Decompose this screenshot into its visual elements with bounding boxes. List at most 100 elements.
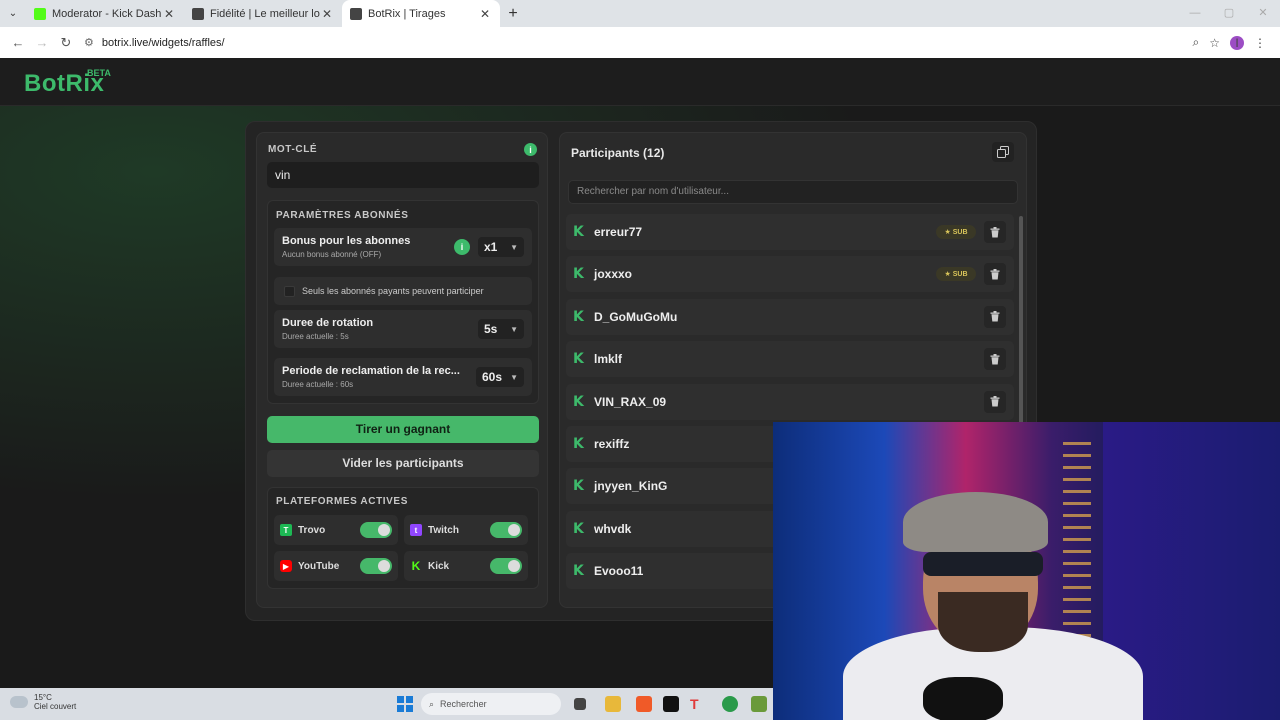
app-icon[interactable]	[751, 696, 767, 712]
maximize-icon[interactable]: ▢	[1212, 0, 1246, 27]
participant-row: Klmklf	[566, 341, 1014, 378]
star-icon: ★	[944, 229, 951, 236]
taskbar-search[interactable]: ⌕ Rechercher	[421, 693, 561, 715]
tab-search-icon[interactable]: ⌄	[0, 0, 26, 27]
brave-icon[interactable]	[636, 696, 652, 712]
profile-avatar[interactable]: I	[1230, 35, 1244, 50]
menu-kebab-icon[interactable]: ⋮	[1254, 36, 1266, 50]
browser-tab-bar: ⌄ Moderator - Kick Dashboard ✕ Fidélité …	[0, 0, 1280, 27]
streamer-beard	[938, 592, 1028, 652]
tab-title: BotRix | Tirages	[368, 7, 446, 20]
only-subs-checkbox[interactable]	[284, 286, 295, 297]
platform-name: Twitch	[428, 524, 459, 536]
webcam-overlay	[773, 422, 1280, 720]
bonus-subtitle: Aucun bonus abonné (OFF)	[282, 250, 382, 259]
url-text: botrix.live/widgets/raffles/	[101, 36, 225, 49]
claim-subtitle: Duree actuelle : 60s	[282, 380, 354, 389]
claim-select[interactable]: 60s ▼	[476, 367, 524, 387]
delete-participant-button[interactable]	[984, 390, 1006, 413]
info-icon[interactable]: i	[524, 143, 537, 156]
participant-search-input[interactable]: Rechercher par nom d'utilisateur...	[568, 180, 1018, 204]
forward-arrow-icon[interactable]: →	[30, 31, 54, 55]
zoom-icon[interactable]: ⌕	[1193, 35, 1200, 50]
tab-kick-dashboard[interactable]: Moderator - Kick Dashboard ✕	[26, 0, 184, 27]
text-app-icon[interactable]: T	[690, 696, 706, 712]
chevron-down-icon: ▼	[510, 324, 518, 334]
reload-icon[interactable]: ↻	[54, 31, 78, 55]
platform-name: Kick	[428, 560, 450, 572]
delete-participant-button[interactable]	[984, 305, 1006, 328]
new-tab-button[interactable]: +	[500, 0, 526, 27]
participant-name: erreur77	[594, 225, 643, 239]
participant-name: rexiffz	[594, 436, 630, 451]
tab-title: Fidélité | Le meilleur logiciel po	[210, 7, 320, 20]
kick-icon: K	[573, 435, 584, 452]
task-view-icon[interactable]	[574, 698, 586, 710]
site-info-icon[interactable]: ⚙	[84, 36, 94, 49]
kick-icon: K	[411, 559, 421, 573]
platform-kick: K Kick	[404, 551, 528, 581]
tiktok-icon[interactable]	[663, 696, 679, 712]
temperature: 15°C	[34, 693, 52, 702]
close-icon[interactable]: ✕	[320, 7, 334, 21]
info-icon[interactable]: i	[454, 239, 470, 255]
settings-panel: MOT-CLÉ i vin PARAMÈTRES ABONNÉS Bonus p…	[256, 132, 548, 608]
platforms-label: PLATEFORMES ACTIVES	[276, 496, 408, 507]
kick-icon: K	[573, 520, 584, 537]
taskbar-search-label: Rechercher	[440, 699, 487, 709]
kick-favicon-icon	[34, 7, 46, 20]
close-icon[interactable]: ✕	[478, 7, 492, 21]
delete-participant-button[interactable]	[984, 348, 1006, 371]
active-platforms: PLATEFORMES ACTIVES T Trovo t Twitch ▶ Y…	[267, 487, 539, 589]
bonus-multiplier-select[interactable]: x1 ▼	[478, 237, 524, 257]
clear-participants-button[interactable]: Vider les participants	[267, 450, 539, 477]
cloud-icon	[10, 696, 28, 708]
rotation-select[interactable]: 5s ▼	[478, 319, 524, 339]
scrollbar[interactable]	[1019, 216, 1023, 426]
delete-participant-button[interactable]	[984, 263, 1006, 286]
claim-value: 60s	[482, 370, 503, 384]
draw-winner-button[interactable]: Tirer un gagnant	[267, 416, 539, 443]
close-window-icon[interactable]: ✕	[1246, 0, 1280, 27]
rotation-row: Duree de rotation Duree actuelle : 5s 5s…	[274, 310, 532, 348]
keyword-input[interactable]: vin	[267, 162, 539, 188]
file-explorer-icon[interactable]	[605, 696, 621, 712]
participant-name: lmklf	[594, 352, 623, 367]
platform-youtube: ▶ YouTube	[274, 551, 398, 581]
bonus-title: Bonus pour les abonnes	[282, 235, 411, 247]
platform-name: YouTube	[298, 560, 340, 572]
minimize-icon[interactable]: —	[1178, 0, 1212, 27]
sub-badge: ★ SUB	[936, 225, 976, 239]
chrome-icon[interactable]	[722, 696, 738, 712]
trash-icon	[990, 226, 1000, 237]
kick-toggle[interactable]	[490, 558, 522, 574]
weather-widget[interactable]: 15°C Ciel couvert	[10, 693, 76, 711]
bookmark-star-icon[interactable]: ☆	[1209, 36, 1220, 50]
tab-botrix-tirages[interactable]: BotRix | Tirages ✕	[342, 0, 500, 27]
kick-icon: K	[573, 563, 584, 580]
windows-start-icon[interactable]	[397, 696, 413, 712]
kick-icon: K	[573, 393, 584, 410]
windows-taskbar: 15°C Ciel couvert ⌕ Rechercher T	[0, 688, 773, 720]
delete-participant-button[interactable]	[984, 221, 1006, 243]
microphone	[923, 677, 1003, 720]
claim-period-row: Periode de reclamation de la rec... Dure…	[274, 358, 532, 396]
botrix-favicon-icon	[350, 7, 362, 20]
rotation-value: 5s	[484, 322, 498, 336]
only-subs-row[interactable]: Seuls les abonnés payants peuvent partic…	[274, 277, 532, 305]
address-bar: ← → ↻ ⚙ botrix.live/widgets/raffles/ ⌕ ☆…	[0, 27, 1280, 58]
sub-badge: ★ SUB	[936, 267, 976, 282]
beta-badge: BETA	[87, 68, 111, 78]
trovo-toggle[interactable]	[360, 522, 392, 538]
search-icon: ⌕	[429, 698, 435, 709]
back-arrow-icon[interactable]: ←	[6, 31, 30, 55]
youtube-toggle[interactable]	[360, 558, 392, 574]
url-field[interactable]: ⚙ botrix.live/widgets/raffles/	[84, 36, 1193, 50]
kick-icon: K	[573, 224, 584, 240]
participant-row: Kjoxxxo ★ SUB	[566, 256, 1014, 293]
copy-button[interactable]	[992, 142, 1014, 162]
only-subs-label: Seuls les abonnés payants peuvent partic…	[302, 286, 484, 296]
tab-fidelite[interactable]: Fidélité | Le meilleur logiciel po ✕	[184, 0, 342, 27]
close-icon[interactable]: ✕	[162, 7, 176, 21]
twitch-toggle[interactable]	[490, 522, 522, 538]
